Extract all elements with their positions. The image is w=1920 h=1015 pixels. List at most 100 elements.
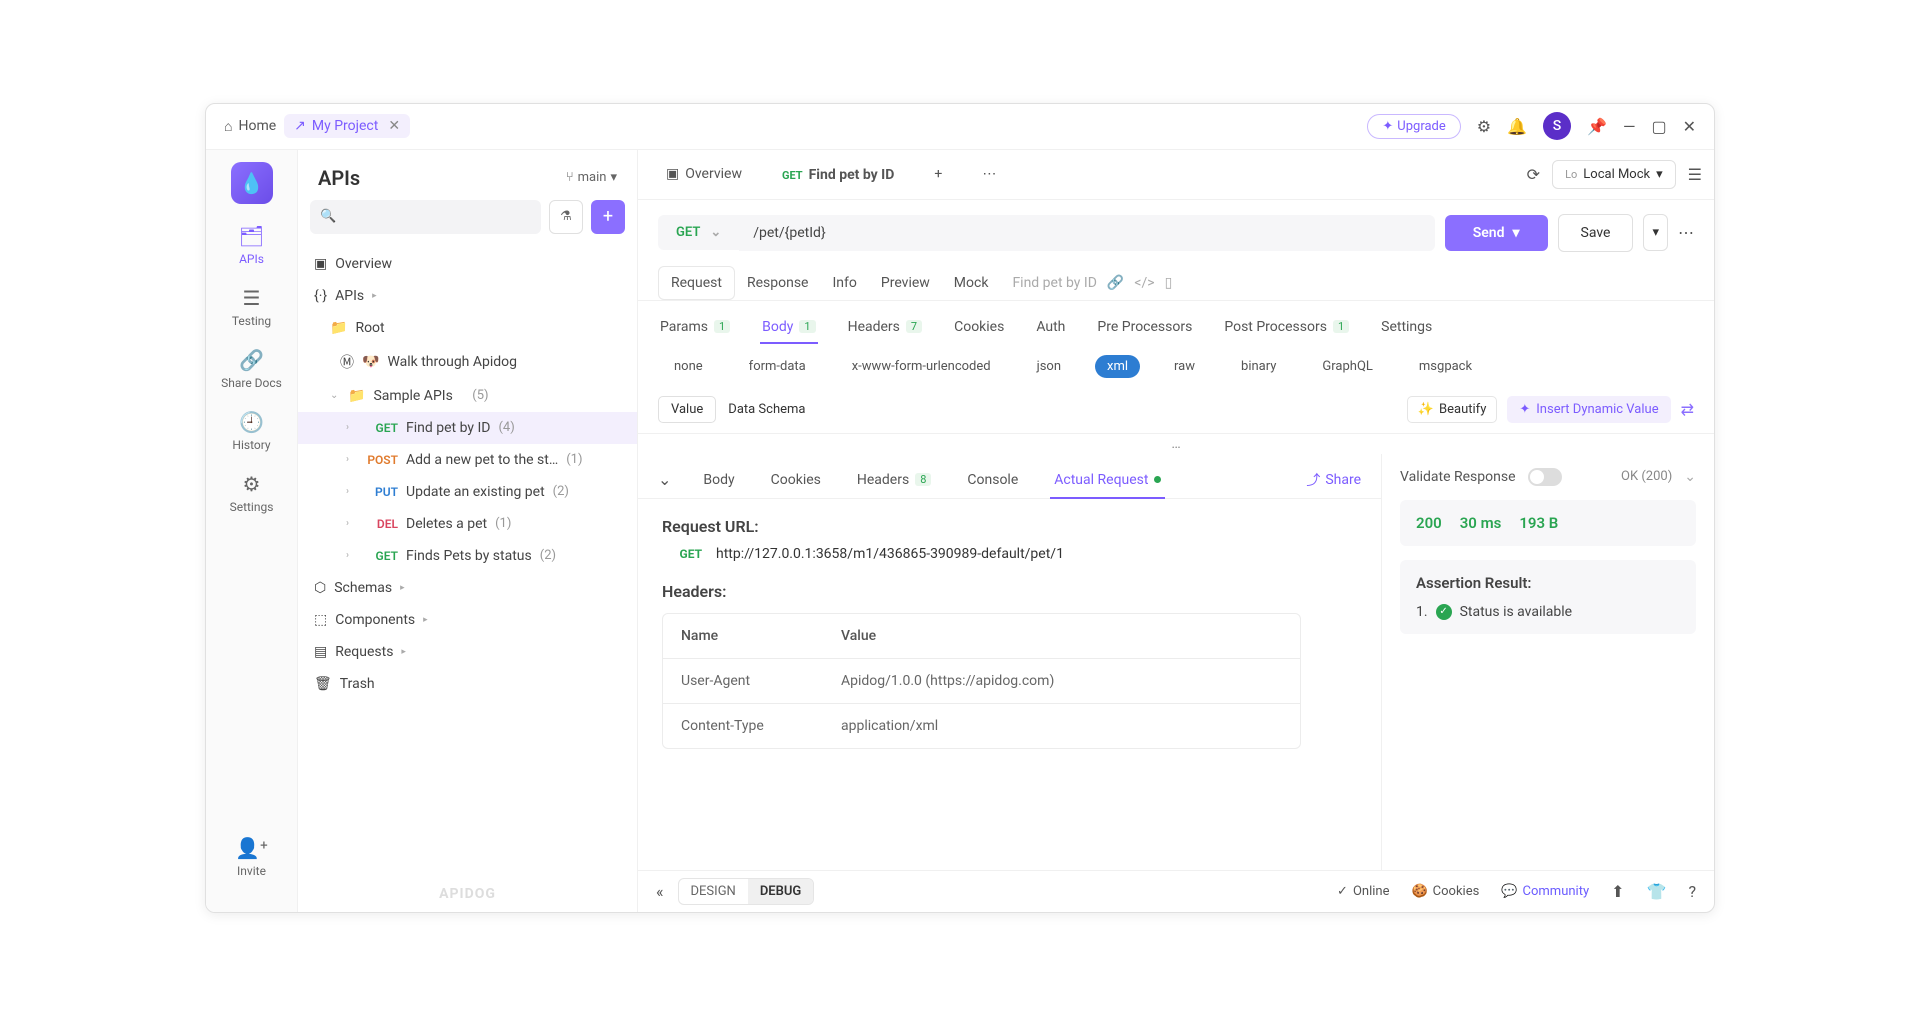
bodytype-none[interactable]: none [662,355,715,378]
tree-trash[interactable]: 🗑Trash [298,668,637,700]
shirt-icon[interactable]: 👕 [1647,882,1667,901]
app-logo[interactable]: 💧 [231,162,273,204]
footer-online[interactable]: ✓Online [1337,884,1389,899]
gear-icon[interactable]: ⚙ [1477,117,1491,136]
bodytype-xml[interactable]: xml [1095,355,1140,378]
collapse-left-icon[interactable]: « [656,882,664,901]
tree-apis-section[interactable]: {·}APIs▸ [298,280,637,312]
bodytype-json[interactable]: json [1025,355,1073,378]
subtab-response[interactable]: Response [735,267,821,299]
subtab-preview[interactable]: Preview [869,267,942,299]
nav-settings[interactable]: ⚙Settings [230,472,274,514]
nav-sharedocs[interactable]: 🔗Share Docs [221,348,282,390]
reqtab-pre[interactable]: Pre Processors [1095,311,1194,343]
tree-endpoint-4[interactable]: ›GETFinds Pets by status(2) [298,540,637,572]
subtab-info[interactable]: Info [820,267,868,299]
save-more-button[interactable]: ▾ [1643,214,1668,251]
tab-add[interactable]: + [918,156,958,192]
reqtab-auth[interactable]: Auth [1034,311,1067,343]
filter-button[interactable]: ⚗ [549,200,583,234]
help-icon[interactable]: ? [1688,882,1696,901]
mode-toggle[interactable]: DESIGN DEBUG [678,878,815,905]
tree-endpoint-0[interactable]: ›GETFind pet by ID(4) [298,412,637,444]
menu-icon[interactable]: ☰ [1688,165,1702,184]
tree-sample-apis[interactable]: ⌄📁Sample APIs (5) [298,380,637,412]
url-input[interactable]: /pet/{petId} [739,215,1434,251]
search-input[interactable]: 🔍 [310,200,541,234]
resptab-cookies[interactable]: Cookies [767,462,825,498]
nav-apis[interactable]: 🗂APIs [239,224,264,266]
footer-community[interactable]: 💬Community [1501,884,1589,899]
bodytype-urlenc[interactable]: x-www-form-urlencoded [840,355,1003,378]
avatar[interactable]: S [1543,112,1571,140]
mode-design[interactable]: DESIGN [679,879,748,904]
maximize-icon[interactable]: ▢ [1651,117,1666,136]
panel-icon[interactable]: ▯ [1165,275,1173,291]
subtab-mock[interactable]: Mock [942,267,1001,299]
bodytype-binary[interactable]: binary [1229,355,1288,378]
requests-icon: ▤ [314,644,327,660]
nav-invite[interactable]: 👤⁺Invite [235,836,268,878]
bodytype-formdata[interactable]: form-data [737,355,818,378]
subtab-request[interactable]: Request [658,266,735,300]
reqtab-headers[interactable]: Headers7 [846,311,925,343]
chevron-down-icon[interactable]: ⌄ [1684,469,1696,485]
tree-endpoint-2[interactable]: ›PUTUpdate an existing pet(2) [298,476,637,508]
tree-endpoint-3[interactable]: ›DELDeletes a pet(1) [298,508,637,540]
mode-debug[interactable]: DEBUG [748,879,813,904]
window-close-icon[interactable]: ✕ [1683,117,1696,136]
tree-walkthrough[interactable]: Ⓜ🐶Walk through Apidog [298,344,637,380]
tab-more[interactable]: ⋯ [966,156,1012,192]
reqtab-cookies[interactable]: Cookies [952,311,1006,343]
upgrade-button[interactable]: ✦ Upgrade [1367,114,1460,139]
method-selector[interactable]: GET⌄ [658,215,739,250]
send-button[interactable]: Send▾ [1445,215,1548,251]
resptab-console[interactable]: Console [963,462,1022,498]
tree-root[interactable]: 📁Root [298,312,637,344]
tab-overview[interactable]: ▣Overview [650,156,758,192]
bell-icon[interactable]: 🔔 [1507,117,1527,136]
insert-dynamic-button[interactable]: ✦Insert Dynamic Value [1507,396,1670,423]
close-icon[interactable]: ✕ [388,118,400,134]
pill-schema[interactable]: Data Schema [716,397,817,422]
reqtab-params[interactable]: Params1 [658,311,732,343]
tree-overview[interactable]: ▣Overview [298,248,637,280]
home-button[interactable]: ⌂ Home [224,118,276,135]
tree-schemas[interactable]: ⬡Schemas▸ [298,572,637,604]
resptab-body[interactable]: Body [699,462,738,498]
footer-cookies[interactable]: 🍪Cookies [1411,884,1479,899]
share-button[interactable]: ⤴Share [1306,470,1361,490]
tab-current[interactable]: GETFind pet by ID [766,155,910,193]
reqtab-post[interactable]: Post Processors1 [1222,311,1351,343]
tree-components[interactable]: ⬚Components▸ [298,604,637,636]
bodytype-msgpack[interactable]: msgpack [1407,355,1484,378]
project-tab[interactable]: ↗ My Project ✕ [284,114,410,138]
tree-endpoint-1[interactable]: ›POSTAdd a new pet to the st…(1) [298,444,637,476]
pill-value[interactable]: Value [658,396,716,423]
pin-icon[interactable]: 📌 [1587,117,1607,136]
collapse-icon[interactable]: ⌄ [658,470,671,489]
branch-selector[interactable]: ⑂main▾ [566,170,617,185]
resptab-actual[interactable]: Actual Request [1050,462,1165,498]
bodytype-raw[interactable]: raw [1162,355,1207,378]
resptab-headers[interactable]: Headers8 [853,462,936,498]
save-button[interactable]: Save [1558,214,1634,252]
code-icon[interactable]: </> [1134,275,1154,291]
validate-toggle[interactable] [1528,468,1562,486]
tree-requests[interactable]: ▤Requests▸ [298,636,637,668]
add-button[interactable]: + [591,200,625,234]
reqtab-settings[interactable]: Settings [1379,311,1434,343]
nav-history[interactable]: 🕘History [232,410,270,452]
more-icon[interactable]: ⋯ [1678,223,1694,242]
beautify-button[interactable]: ✨Beautify [1407,396,1498,423]
upload-icon[interactable]: ⬆ [1611,882,1624,901]
refresh-icon[interactable]: ⟳ [1527,165,1540,184]
ok-chip[interactable]: OK (200) [1621,469,1672,484]
nav-testing[interactable]: ☰Testing [232,286,271,328]
link-icon[interactable]: 🔗 [1107,275,1124,291]
minimize-icon[interactable]: — [1623,117,1636,136]
bodytype-graphql[interactable]: GraphQL [1310,355,1384,378]
settings-icon[interactable]: ⇄ [1681,400,1694,419]
reqtab-body[interactable]: Body1 [760,311,817,343]
mock-selector[interactable]: LoLocal Mock▾ [1552,160,1676,189]
